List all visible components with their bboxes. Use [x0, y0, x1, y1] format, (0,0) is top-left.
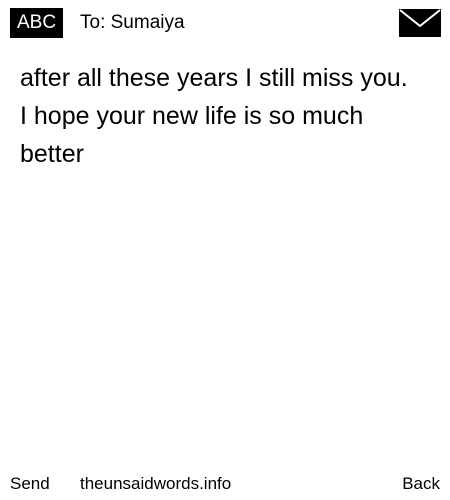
header-bar: ABC To: Sumaiya — [0, 0, 450, 44]
send-button[interactable]: Send — [10, 472, 50, 496]
recipient-label: To: Sumaiya — [80, 12, 185, 33]
site-link[interactable]: theunsaidwords.info — [80, 472, 231, 496]
envelope-icon — [399, 9, 441, 37]
message-body: after all these years I still miss you. … — [20, 64, 408, 168]
back-button[interactable]: Back — [402, 472, 440, 496]
abc-badge: ABC — [10, 8, 64, 38]
